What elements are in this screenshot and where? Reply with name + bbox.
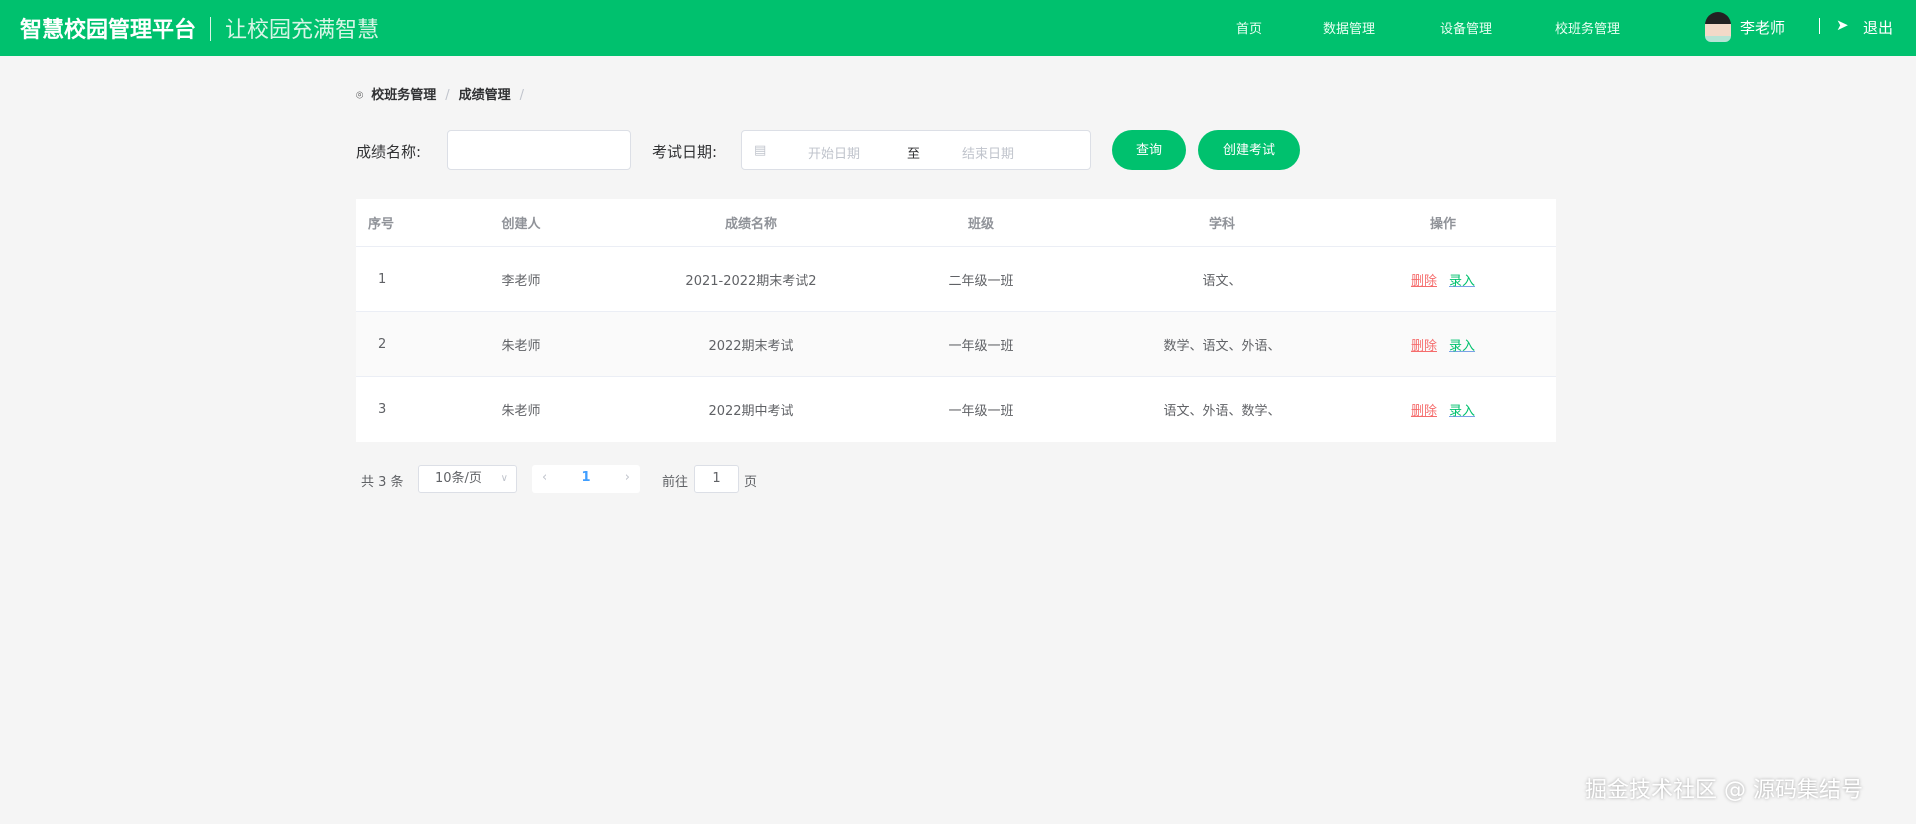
divider [1819,18,1820,34]
location-icon: ⌾ [356,88,364,102]
nav-class-management[interactable]: 校班务管理 [1555,18,1620,37]
chevron-down-icon: ∨ [500,473,508,484]
page-size-select[interactable]: 10条/页 ∨ [418,465,517,493]
top-header: 智慧校园管理平台 让校园充满智慧 首页 数据管理 设备管理 校班务管理 李老师 ➤… [0,0,1916,56]
col-actions: 操作 [1429,217,1456,232]
record-link[interactable]: 录入 [1449,335,1475,354]
goto-label: 前往 [662,475,689,490]
exam-date-range[interactable]: ▤ 开始日期 至 结束日期 [741,130,1091,170]
app-slogan: 让校园充满智慧 [225,18,380,43]
delete-link[interactable]: 删除 [1411,400,1437,419]
row-subjects: 语文、 [1202,273,1242,289]
app-title: 智慧校园管理平台 [20,18,197,43]
col-creator: 创建人 [501,217,541,232]
search-button[interactable]: 查询 [1112,130,1186,170]
create-exam-button[interactable]: 创建考试 [1198,130,1300,170]
nav-data-management[interactable]: 数据管理 [1323,18,1375,37]
row-actions: 删除 录入 [1378,312,1508,376]
page-suffix: 页 [744,475,758,490]
send-icon: ➤ [1836,16,1849,34]
prev-page-button[interactable]: ‹ [542,465,547,491]
col-name: 成绩名称 [724,217,777,232]
end-date-input[interactable]: 结束日期 [962,143,1014,162]
row-no: 3 [378,402,387,417]
row-actions: 删除 录入 [1378,247,1508,311]
breadcrumb-item: 成绩管理 [458,88,511,103]
goto-page-input[interactable]: 1 [694,465,739,493]
row-subjects: 数学、语文、外语、 [1163,338,1281,354]
table-row: 1 李老师 2021-2022期末考试2 二年级一班 语文、 删除 录入 [356,247,1556,312]
watermark: 掘金技术社区 @ 源码集结号 [1585,778,1863,803]
scores-table: 序号 创建人 成绩名称 班级 学科 操作 1 李老师 2021-2022期末考试… [356,199,1556,442]
score-name-input[interactable] [447,130,631,170]
col-no: 序号 [368,217,395,232]
page-1[interactable]: 1 [581,470,590,485]
row-name: 2022期末考试 [708,338,794,354]
table-header: 序号 创建人 成绩名称 班级 学科 操作 [356,199,1556,247]
delete-link[interactable]: 删除 [1411,335,1437,354]
breadcrumb: ⌾ 校班务管理 / 成绩管理 / [356,88,525,103]
range-separator: 至 [907,147,921,162]
avatar[interactable] [1705,12,1731,42]
col-class: 班级 [967,217,994,232]
user-name[interactable]: 李老师 [1740,17,1785,38]
exam-date-label: 考试日期: [652,143,718,161]
nav-device-management[interactable]: 设备管理 [1440,18,1492,37]
col-subject: 学科 [1208,217,1235,232]
row-no: 1 [378,271,387,287]
nav-home[interactable]: 首页 [1236,18,1262,37]
breadcrumb-item[interactable]: 校班务管理 [371,88,436,103]
divider [210,17,212,41]
row-class: 二年级一班 [948,273,1014,289]
total-count: 共 3 条 [361,475,404,490]
start-date-input[interactable]: 开始日期 [808,143,860,162]
delete-link[interactable]: 删除 [1411,270,1437,289]
calendar-icon: ▤ [754,143,767,158]
record-link[interactable]: 录入 [1449,400,1475,419]
row-actions: 删除 录入 [1378,377,1508,442]
pager: ‹ 1 › [532,465,640,493]
table-row: 3 朱老师 2022期中考试 一年级一班 语文、外语、数学、 删除 录入 [356,377,1556,442]
table-row: 2 朱老师 2022期末考试 一年级一班 数学、语文、外语、 删除 录入 [356,312,1556,377]
row-creator: 李老师 [501,273,541,289]
logout-button[interactable]: 退出 [1863,17,1893,38]
row-name: 2022期中考试 [708,404,794,419]
row-class: 一年级一班 [948,338,1014,354]
score-name-label: 成绩名称: [356,143,422,161]
row-subjects: 语文、外语、数学、 [1163,404,1281,419]
row-name: 2021-2022期末考试2 [685,273,817,289]
row-creator: 朱老师 [501,404,541,419]
row-class: 一年级一班 [948,404,1014,419]
row-no: 2 [378,336,387,352]
row-creator: 朱老师 [501,338,541,354]
record-link[interactable]: 录入 [1449,270,1475,289]
brand: 智慧校园管理平台 让校园充满智慧 [20,12,379,44]
next-page-button[interactable]: › [625,465,630,491]
